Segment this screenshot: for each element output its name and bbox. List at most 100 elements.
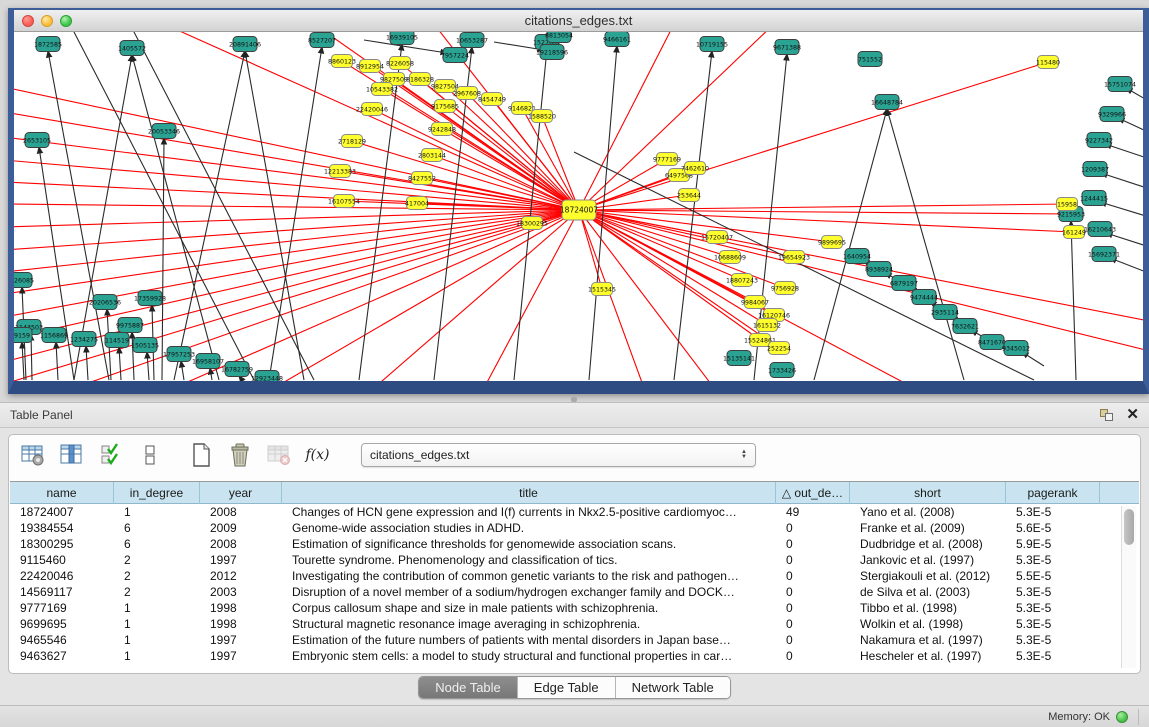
graph-node[interactable]: 9466161 [603, 32, 631, 47]
graph-node[interactable]: 9975887 [116, 318, 144, 333]
graph-node[interactable]: 17957253 [163, 347, 195, 362]
table-row[interactable]: 1830029562008Estimation of significance … [10, 536, 1139, 552]
graph-node[interactable]: 8860123 [328, 55, 356, 68]
graph-node[interactable]: 1515345 [588, 283, 616, 296]
close-panel-icon[interactable]: ✕ [1126, 408, 1139, 422]
graph-node[interactable]: 15692371 [1088, 247, 1120, 262]
column-header-in_degree[interactable]: in_degree [114, 482, 200, 504]
table-row[interactable]: 1938455462009Genome-wide association stu… [10, 520, 1139, 536]
graph-node[interactable]: 19218596 [536, 45, 568, 60]
graph-node[interactable]: 1156869 [40, 328, 68, 343]
graph-node[interactable]: 9474444 [910, 290, 938, 305]
create-column-icon[interactable] [187, 442, 214, 468]
graph-node[interactable]: 8186328 [406, 73, 434, 86]
scrollbar-thumb[interactable] [1124, 509, 1134, 545]
graph-node[interactable]: 12213383 [324, 165, 356, 178]
graph-node[interactable]: 1872585 [34, 37, 62, 52]
graph-node[interactable]: 16648784 [871, 95, 903, 110]
graph-node[interactable]: 252254 [767, 342, 791, 355]
graph-node[interactable]: 161249 [1062, 226, 1086, 239]
column-header-year[interactable]: year [200, 482, 282, 504]
graph-node[interactable]: 19654923 [778, 251, 810, 264]
graph-node[interactable]: 10719155 [696, 37, 728, 52]
graph-node[interactable]: 115480 [1036, 56, 1060, 69]
table-settings-icon[interactable] [19, 442, 46, 468]
graph-node[interactable]: 1209387 [1081, 162, 1109, 177]
graph-node[interactable]: 22420046 [356, 103, 388, 116]
select-all-rows-icon[interactable] [97, 442, 124, 468]
delete-column-icon[interactable] [226, 442, 253, 468]
float-panel-icon[interactable] [1100, 409, 1114, 421]
citation-graph[interactable]: 1872585140557220891406852720716939105106… [14, 32, 1143, 381]
graph-node[interactable]: 16107554 [328, 195, 360, 208]
graph-node[interactable]: 9242848 [428, 123, 456, 136]
table-row[interactable]: 977716911998Corpus callosum shape and si… [10, 600, 1139, 616]
graph-node[interactable]: 9671388 [773, 40, 801, 55]
graph-node[interactable]: 18724007 [560, 200, 598, 220]
table-row[interactable]: 946554611997Estimation of the future num… [10, 632, 1139, 648]
zoom-window-icon[interactable] [60, 15, 72, 27]
graph-node[interactable]: 2718129 [338, 135, 366, 148]
tab-node-table[interactable]: Node Table [419, 677, 518, 698]
graph-node[interactable]: 1640954 [843, 249, 871, 264]
graph-node[interactable]: 2935114 [931, 305, 959, 320]
column-header-name[interactable]: name [10, 482, 114, 504]
column-header-title[interactable]: title [282, 482, 776, 504]
tab-edge-table[interactable]: Edge Table [518, 677, 616, 698]
window-titlebar[interactable]: citations_edges.txt [14, 10, 1143, 32]
graph-node[interactable]: 16782759 [221, 362, 253, 377]
table-scrollbar[interactable] [1121, 506, 1136, 668]
graph-node[interactable]: 10688609 [714, 251, 746, 264]
graph-node[interactable]: 17359928 [134, 291, 166, 306]
graph-node[interactable]: 20206536 [89, 295, 121, 310]
graph-node[interactable]: 16958107 [192, 354, 224, 369]
graph-node[interactable]: 12923448 [251, 371, 283, 382]
graph-node[interactable]: 9227342 [1085, 133, 1113, 148]
graph-node[interactable]: 1615132 [753, 319, 781, 332]
graph-node[interactable]: 8813054 [545, 32, 573, 43]
graph-node[interactable]: 15751074 [1104, 77, 1136, 92]
column-header-pagerank[interactable]: pagerank [1006, 482, 1100, 504]
column-header-short[interactable]: short [850, 482, 1006, 504]
column-header-out_de[interactable]: △ out_de… [776, 482, 850, 504]
row-height-icon[interactable] [136, 442, 163, 468]
graph-node[interactable]: 2526085 [14, 273, 34, 288]
graph-node[interactable]: 10653287 [456, 33, 488, 48]
graph-node[interactable]: 2803144 [418, 149, 446, 162]
graph-node[interactable]: 8527207 [308, 33, 336, 48]
graph-node[interactable]: 9777169 [653, 153, 681, 166]
table-row[interactable]: 969969511998Structural magnetic resonanc… [10, 616, 1139, 632]
graph-node[interactable]: 751552 [858, 52, 882, 67]
graph-node[interactable]: 9984067 [741, 296, 769, 309]
graph-node[interactable]: 20891406 [229, 37, 261, 52]
graph-node[interactable]: 8938924 [865, 262, 893, 277]
table-selector-dropdown[interactable]: citations_edges.txt ▲▼ [361, 443, 756, 467]
graph-node[interactable]: 9756928 [771, 282, 799, 295]
graph-node[interactable]: 15958 [1057, 198, 1078, 211]
graph-node[interactable]: 9329966 [1098, 107, 1126, 122]
graph-node[interactable]: 8912954 [356, 60, 384, 73]
graph-node[interactable]: 8427552 [408, 172, 436, 185]
graph-node[interactable]: 20053346 [148, 124, 180, 139]
minimize-window-icon[interactable] [41, 15, 53, 27]
graph-node[interactable]: 9899695 [818, 236, 846, 249]
table-row[interactable]: 946362711997Embryonic stem cells: a mode… [10, 648, 1139, 664]
graph-node[interactable]: 7462610 [681, 162, 709, 175]
graph-node[interactable]: 1733426 [768, 363, 796, 378]
graph-node[interactable]: 1505135 [131, 338, 159, 353]
graph-node[interactable]: 9175685 [431, 100, 459, 113]
graph-node[interactable]: 15135141 [723, 351, 755, 366]
table-row[interactable]: 2242004622012Investigating the contribut… [10, 568, 1139, 584]
graph-node[interactable]: 1405572 [118, 41, 146, 56]
graph-node[interactable]: 16210643 [1084, 222, 1116, 237]
table-row[interactable]: 1872400712008Changes of HCN gene express… [10, 504, 1139, 520]
graph-node[interactable]: 9345012 [1002, 341, 1030, 356]
graph-node[interactable]: 1588520 [528, 110, 556, 123]
graph-node[interactable]: 8226058 [386, 57, 414, 70]
graph-node[interactable]: 39159 [14, 328, 32, 343]
graph-node[interactable]: 2967608 [453, 87, 481, 100]
graph-node[interactable]: 1234275 [70, 332, 98, 347]
graph-node[interactable]: 114519 [105, 333, 129, 348]
graph-node[interactable]: 253644 [677, 189, 701, 202]
graph-node[interactable]: 2653105 [23, 133, 51, 148]
